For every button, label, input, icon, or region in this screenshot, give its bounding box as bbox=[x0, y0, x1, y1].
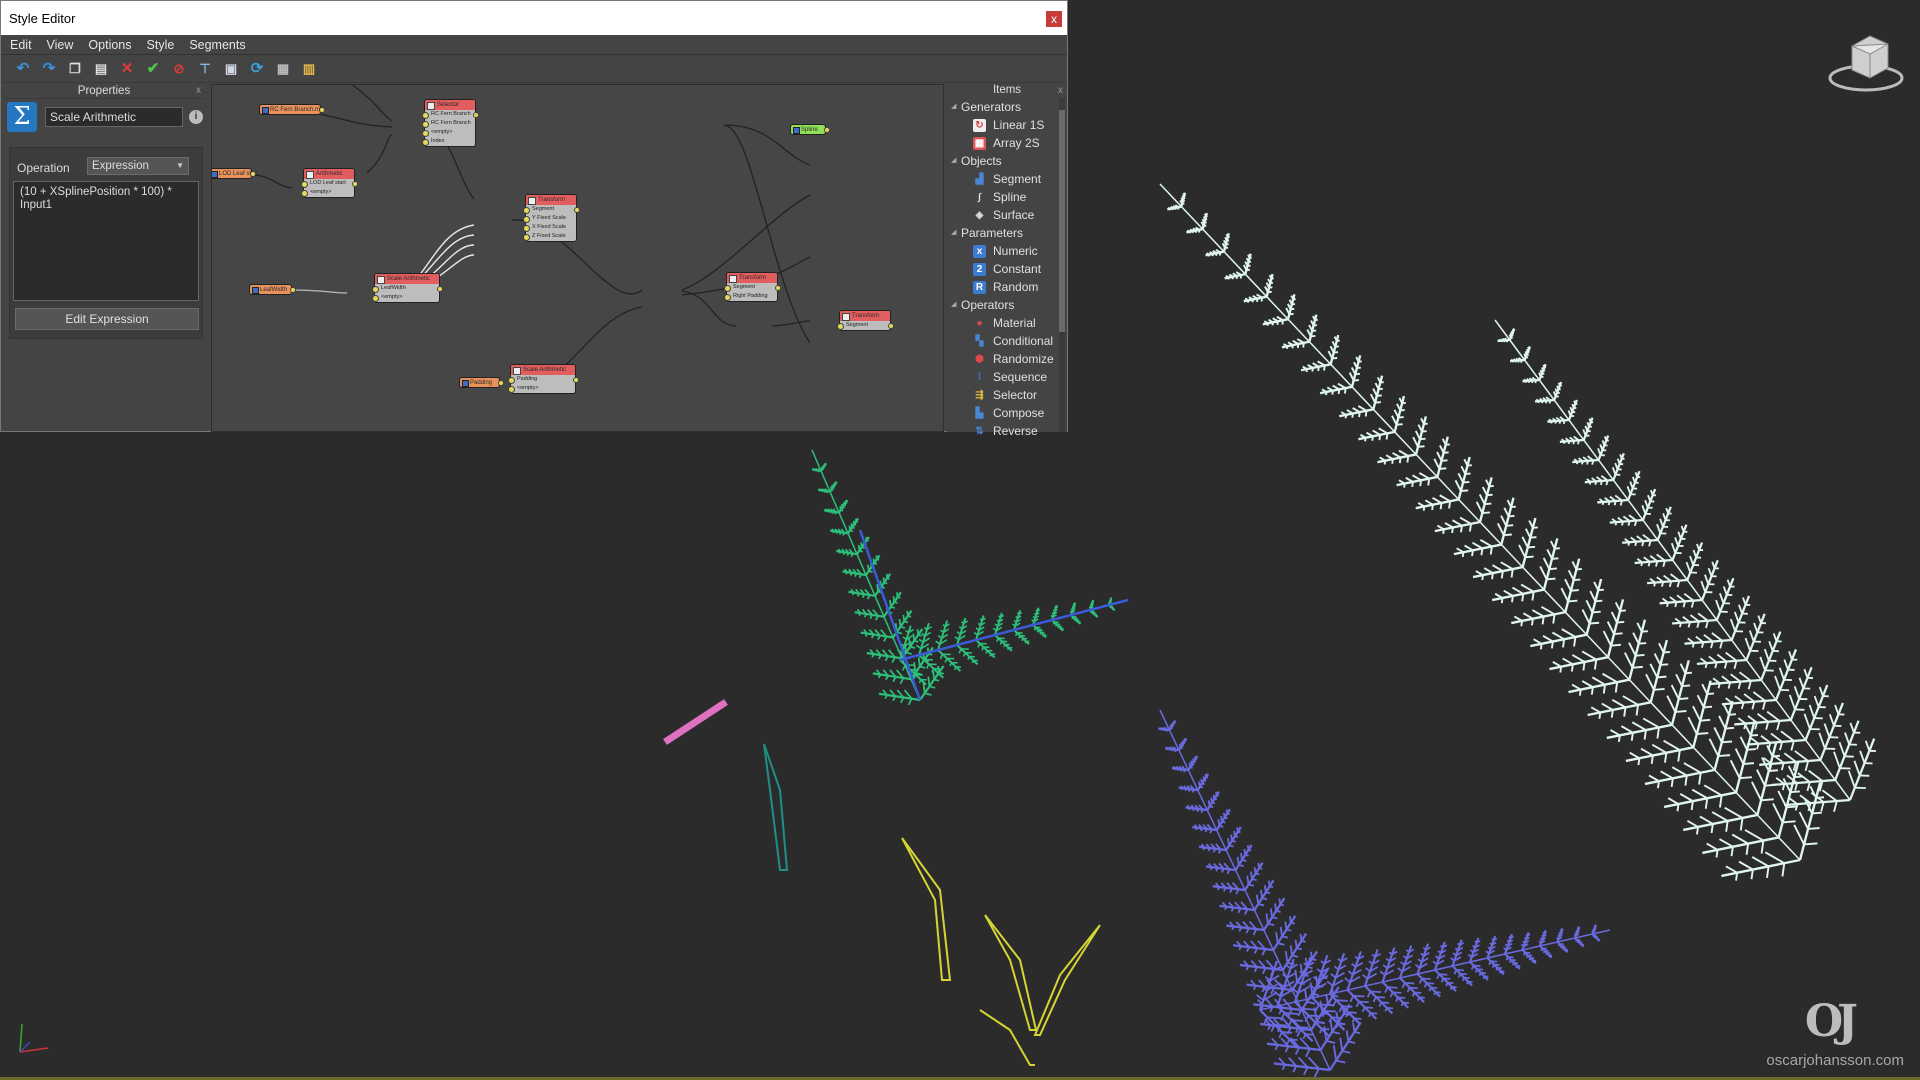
items-title: Items bbox=[992, 84, 1022, 96]
properties-close-icon[interactable]: x bbox=[196, 85, 201, 97]
collapse-icon[interactable]: ▣ bbox=[223, 61, 239, 77]
watermark-url: oscarjohansson.com bbox=[1766, 1052, 1904, 1069]
sequence-icon: ⁞ bbox=[977, 372, 982, 383]
graph-node-transform-2[interactable]: Transform Segment Right Padding bbox=[724, 272, 781, 302]
properties-panel: Properties x Σ Scale Arithmetic i Operat… bbox=[3, 85, 205, 431]
linear-icon: ↻ bbox=[973, 119, 986, 132]
item-array-2s[interactable]: ▦ Array 2S bbox=[947, 134, 1057, 152]
delete-icon[interactable]: ✕ bbox=[119, 60, 135, 77]
watermark-logo: OJ bbox=[1804, 996, 1858, 1047]
param-node-leafwidth[interactable]: LeafWidth bbox=[249, 284, 296, 295]
conditional-icon: ▚ bbox=[975, 336, 984, 347]
item-reverse[interactable]: ⇅ Reverse bbox=[947, 422, 1057, 440]
menu-options[interactable]: Options bbox=[88, 38, 131, 52]
category-objects[interactable]: Objects bbox=[947, 152, 1057, 170]
filter-icon[interactable]: ⊤ bbox=[197, 61, 213, 77]
chevron-down-icon: ▼ bbox=[176, 161, 184, 170]
save-icon[interactable]: ▦ bbox=[275, 61, 291, 77]
items-scrollbar[interactable] bbox=[1059, 98, 1065, 432]
param-node-padding[interactable]: Padding bbox=[459, 377, 504, 388]
close-button[interactable]: x bbox=[1045, 10, 1063, 28]
item-surface[interactable]: ◈ Surface bbox=[947, 206, 1057, 224]
constant-icon: 2 bbox=[973, 263, 986, 276]
menu-edit[interactable]: Edit bbox=[10, 38, 32, 52]
refresh-icon[interactable]: ⟳ bbox=[249, 60, 265, 77]
node-name-field[interactable]: Scale Arithmetic bbox=[45, 107, 183, 127]
menu-segments[interactable]: Segments bbox=[189, 38, 245, 52]
expression-textarea[interactable]: (10 + XSplinePosition * 100) * Input1 bbox=[13, 181, 199, 301]
items-panel: Items x Generators ↻Linear 1S ▦Array 2S … bbox=[947, 84, 1067, 438]
node-graph[interactable]: RC Fern Branch.mdl LOD Leaf start LeafWi… bbox=[211, 84, 944, 432]
window-titlebar[interactable]: Style Editor x bbox=[1, 1, 1067, 35]
toolbar: ↶ ↷ ❐ ▤ ✕ ✔ ⊘ ⊤ ▣ ⟳ ▦ ▥ bbox=[1, 55, 1067, 83]
operation-value: Expression bbox=[92, 160, 149, 172]
category-parameters[interactable]: Parameters bbox=[947, 224, 1057, 242]
menu-style[interactable]: Style bbox=[147, 38, 175, 52]
item-selector[interactable]: ⇶ Selector bbox=[947, 386, 1057, 404]
param-node-fern-branch[interactable]: RC Fern Branch.mdl bbox=[259, 104, 325, 115]
graph-node-selector[interactable]: Selector RC Fern Branch RC Fern Branch <… bbox=[422, 99, 479, 147]
graph-node-scale-arithmetic-1[interactable]: Scale Arithmetic LeafWidth <empty> bbox=[372, 273, 443, 303]
item-randomize[interactable]: ⬢ Randomize bbox=[947, 350, 1057, 368]
paste-icon[interactable]: ▤ bbox=[93, 61, 109, 77]
axis-gizmo-icon bbox=[19, 1023, 49, 1053]
edit-expression-button[interactable]: Edit Expression bbox=[15, 308, 199, 330]
graph-node-transform-3[interactable]: Transform Segment bbox=[837, 310, 894, 331]
properties-title: Properties bbox=[77, 85, 131, 97]
item-compose[interactable]: ▙ Compose bbox=[947, 404, 1057, 422]
style-editor-window: Style Editor x Edit View Options Style S… bbox=[0, 0, 1068, 438]
param-node-lod-leaf-start[interactable]: LOD Leaf start bbox=[212, 168, 258, 179]
item-segment[interactable]: ▟ Segment bbox=[947, 170, 1057, 188]
window-title: Style Editor bbox=[9, 10, 76, 26]
selector-icon: ⇶ bbox=[975, 390, 984, 401]
apply-icon[interactable]: ✔ bbox=[145, 60, 161, 77]
items-header: Items x bbox=[947, 84, 1067, 97]
item-conditional[interactable]: ▚ Conditional bbox=[947, 332, 1057, 350]
category-operators[interactable]: Operators bbox=[947, 296, 1057, 314]
operation-label: Operation bbox=[17, 161, 70, 175]
material-icon: ● bbox=[976, 318, 983, 329]
item-material[interactable]: ● Material bbox=[947, 314, 1057, 332]
info-icon[interactable]: i bbox=[189, 110, 203, 124]
undo-icon[interactable]: ↶ bbox=[15, 60, 31, 77]
items-tree: Generators ↻Linear 1S ▦Array 2S Objects … bbox=[947, 98, 1057, 440]
redo-icon[interactable]: ↷ bbox=[41, 60, 57, 77]
item-random[interactable]: R Random bbox=[947, 278, 1057, 296]
sigma-icon: Σ bbox=[7, 102, 37, 132]
stop-icon[interactable]: ⊘ bbox=[171, 61, 187, 77]
array-icon: ▦ bbox=[973, 137, 986, 150]
surface-icon: ◈ bbox=[975, 210, 984, 221]
param-node-spline[interactable]: Spline bbox=[790, 124, 830, 135]
graph-node-scale-arithmetic-2[interactable]: Scale Arithmetic Padding <empty> bbox=[508, 364, 579, 394]
random-icon: R bbox=[973, 281, 986, 294]
category-generators[interactable]: Generators bbox=[947, 98, 1057, 116]
properties-header: Properties x bbox=[3, 85, 205, 99]
item-constant[interactable]: 2 Constant bbox=[947, 260, 1057, 278]
graph-node-arithmetic[interactable]: Arithmetic LOD Leaf start <empty> bbox=[301, 168, 358, 198]
menu-view[interactable]: View bbox=[47, 38, 74, 52]
graph-node-transform-1[interactable]: Transform Segment Y Fixed Scale X Fixed … bbox=[523, 194, 580, 242]
item-sequence[interactable]: ⁞ Sequence bbox=[947, 368, 1057, 386]
menu-bar: Edit View Options Style Segments bbox=[1, 35, 1067, 55]
item-linear-1s[interactable]: ↻ Linear 1S bbox=[947, 116, 1057, 134]
reverse-icon: ⇅ bbox=[975, 426, 984, 437]
segment-icon: ▟ bbox=[975, 174, 984, 185]
copy-icon[interactable]: ❐ bbox=[67, 61, 83, 77]
operation-select[interactable]: Expression ▼ bbox=[87, 157, 189, 175]
spline-icon: ∫ bbox=[978, 192, 981, 203]
compose-icon: ▙ bbox=[975, 408, 984, 419]
numeric-icon: x bbox=[973, 245, 986, 258]
item-spline[interactable]: ∫ Spline bbox=[947, 188, 1057, 206]
viewcube-icon[interactable] bbox=[1826, 30, 1906, 96]
item-numeric[interactable]: x Numeric bbox=[947, 242, 1057, 260]
randomize-icon: ⬢ bbox=[975, 354, 984, 365]
items-close-icon[interactable]: x bbox=[1058, 84, 1063, 97]
layout-icon[interactable]: ▥ bbox=[301, 61, 317, 77]
